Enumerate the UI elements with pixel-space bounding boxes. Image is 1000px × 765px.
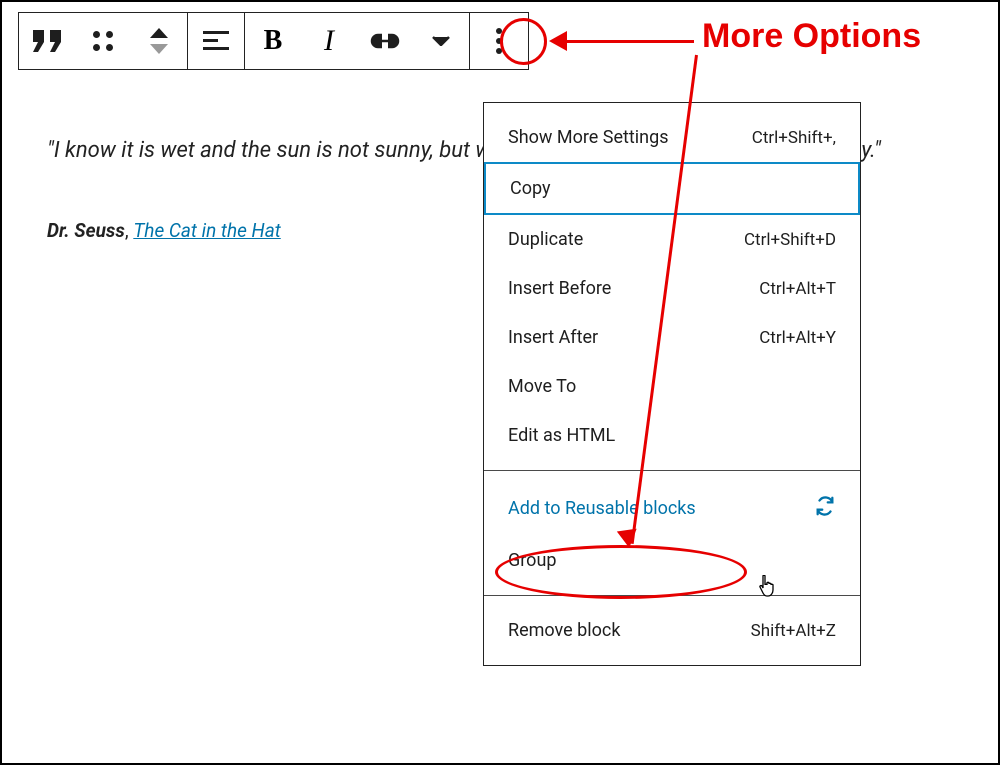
menu-item-label: Edit as HTML (508, 425, 615, 446)
quote-source-link[interactable]: The Cat in the Hat (133, 219, 280, 242)
menu-item-label: Insert After (508, 327, 598, 348)
mover-icon[interactable] (131, 13, 187, 69)
menu-item-label: Copy (510, 178, 551, 199)
annotation-arrowhead (549, 31, 567, 51)
menu-insert-before[interactable]: Insert Before Ctrl+Alt+T (484, 264, 860, 313)
sync-icon (814, 495, 836, 522)
annotation-label: More Options (702, 17, 921, 56)
menu-edit-as-html[interactable]: Edit as HTML (484, 411, 860, 460)
menu-item-label: Duplicate (508, 229, 583, 250)
menu-item-shortcut: Ctrl+Alt+Y (759, 328, 836, 348)
menu-duplicate[interactable]: Duplicate Ctrl+Shift+D (484, 215, 860, 264)
menu-item-shortcut: Ctrl+Shift+D (744, 230, 836, 250)
drag-handle-icon[interactable] (75, 13, 131, 69)
menu-copy[interactable]: Copy (484, 162, 860, 215)
block-toolbar: B I (18, 12, 529, 70)
menu-item-label: Insert Before (508, 278, 611, 299)
menu-move-to[interactable]: Move To (484, 362, 860, 411)
menu-show-more-settings[interactable]: Show More Settings Ctrl+Shift+, (484, 113, 860, 162)
menu-insert-after[interactable]: Insert After Ctrl+Alt+Y (484, 313, 860, 362)
link-button[interactable] (357, 13, 413, 69)
bold-button[interactable]: B (245, 13, 301, 69)
block-options-menu: Show More Settings Ctrl+Shift+, Copy Dup… (483, 102, 861, 666)
menu-item-shortcut: Shift+Alt+Z (751, 621, 836, 641)
menu-item-label: Group (508, 550, 556, 571)
annotation-arrow-line (555, 40, 694, 43)
menu-item-label: Add to Reusable blocks (508, 498, 696, 519)
menu-group[interactable]: Group (484, 536, 860, 585)
menu-item-shortcut: Ctrl+Shift+, (752, 128, 836, 148)
menu-add-reusable[interactable]: Add to Reusable blocks (484, 481, 860, 536)
quote-block-icon[interactable] (19, 13, 75, 69)
menu-remove-block[interactable]: Remove block Shift+Alt+Z (484, 606, 860, 655)
italic-button[interactable]: I (301, 13, 357, 69)
menu-item-label: Show More Settings (508, 127, 669, 148)
menu-item-label: Move To (508, 376, 576, 397)
more-options-button[interactable] (470, 13, 528, 69)
more-rich-text-icon[interactable] (413, 13, 469, 69)
menu-item-label: Remove block (508, 620, 620, 641)
editor-frame: B I "I know it is wet and the sun is not… (0, 0, 1000, 765)
quote-author: Dr. Seuss (47, 219, 125, 242)
align-icon[interactable] (188, 13, 244, 69)
menu-item-shortcut: Ctrl+Alt+T (759, 279, 836, 299)
